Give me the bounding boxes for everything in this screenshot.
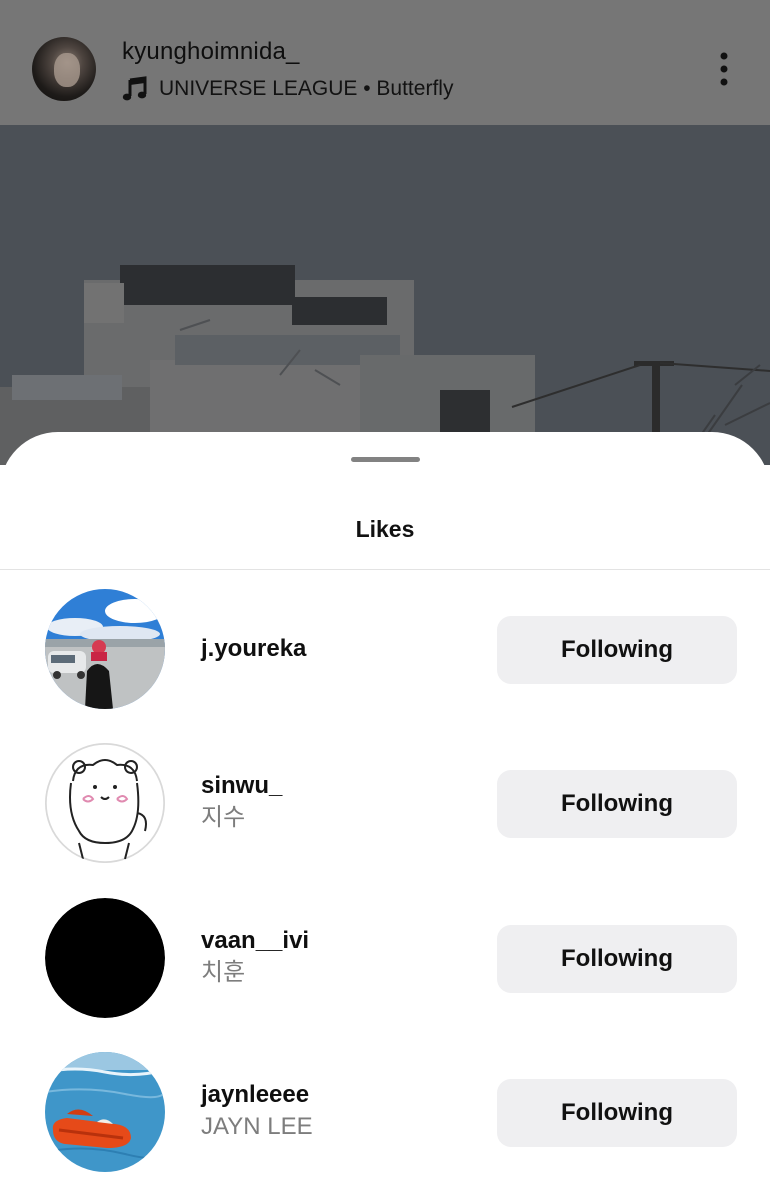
post-header: kyunghoimnida_ UNIVERSE LEAGUE • Butterf… (0, 0, 770, 125)
music-attribution[interactable]: UNIVERSE LEAGUE • Butterfly (122, 74, 453, 104)
user-fullname: 지수 (201, 804, 246, 831)
following-button[interactable]: Following (497, 925, 737, 993)
following-button[interactable]: Following (497, 770, 737, 838)
like-row[interactable]: sinwu_ 지수 Following (0, 743, 770, 863)
likes-sheet: Likes j.youreka Following sinwu_ 지수 Foll… (0, 432, 770, 1200)
more-vertical-icon[interactable] (714, 50, 734, 90)
user-avatar[interactable] (45, 898, 165, 1018)
drag-handle[interactable] (351, 457, 420, 462)
user-avatar[interactable] (45, 743, 165, 863)
user-username[interactable]: j.youreka (201, 634, 306, 664)
user-fullname: JAYN LEE (201, 1113, 313, 1140)
like-row[interactable]: jaynleeee JAYN LEE Following (0, 1052, 770, 1172)
music-note-icon (122, 76, 147, 101)
user-avatar[interactable] (45, 589, 165, 709)
user-avatar[interactable] (45, 1052, 165, 1172)
like-row[interactable]: vaan__ivi 치훈 Following (0, 898, 770, 1018)
like-row[interactable]: j.youreka Following (0, 589, 770, 709)
music-text: UNIVERSE LEAGUE • Butterfly (159, 77, 454, 100)
following-button[interactable]: Following (497, 616, 737, 684)
user-fullname: 치훈 (201, 959, 246, 986)
following-button[interactable]: Following (497, 1079, 737, 1147)
poster-avatar[interactable] (32, 37, 96, 101)
sheet-title: Likes (355, 516, 415, 542)
user-username[interactable]: jaynleeee (201, 1080, 313, 1110)
poster-username[interactable]: kyunghoimnida_ (122, 38, 300, 66)
user-username[interactable]: vaan__ivi (201, 926, 309, 956)
post-photo (0, 125, 770, 465)
divider (0, 569, 770, 570)
user-username[interactable]: sinwu_ (201, 771, 282, 801)
